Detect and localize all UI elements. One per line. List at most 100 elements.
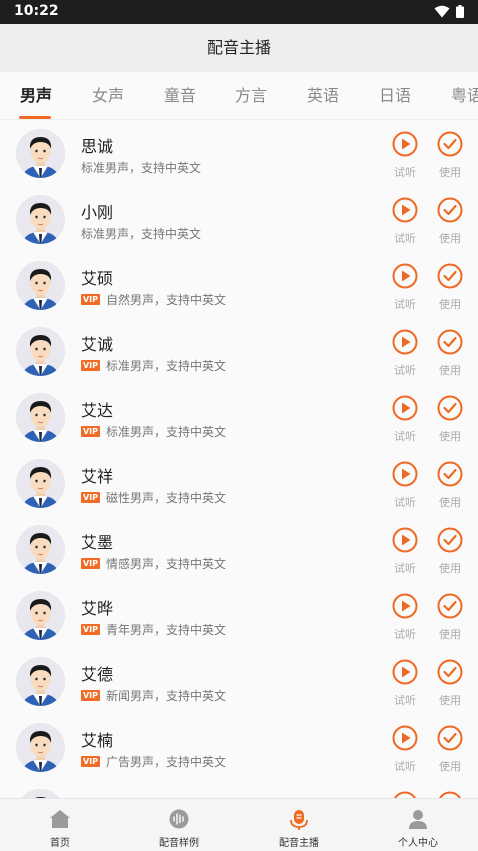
voice-description: 磁性男声，支持中英文	[106, 491, 227, 505]
voice-row[interactable]: 艾楠 VIP 广告男声，支持中英文 试听 使用	[0, 715, 478, 781]
use-button[interactable]: 使用	[430, 329, 470, 378]
nav-label: 首页	[50, 838, 70, 849]
voice-avatar	[16, 525, 65, 574]
vip-badge: VIP	[81, 690, 100, 701]
preview-button[interactable]: 试听	[385, 263, 425, 312]
voice-name: 艾达	[81, 401, 114, 420]
voice-name: 艾硕	[81, 269, 114, 288]
voice-description: 青年男声，支持中英文	[106, 623, 227, 637]
vip-badge: VIP	[81, 492, 100, 503]
voice-name: 艾墨	[81, 533, 114, 552]
tab-female[interactable]: 女声	[92, 72, 124, 119]
voice-desc-line: 标准男声，支持中英文	[81, 225, 201, 242]
preview-button[interactable]: 试听	[385, 395, 425, 444]
vip-badge: VIP	[81, 294, 100, 305]
preview-button[interactable]: 试听	[385, 791, 425, 798]
tab-english[interactable]: 英语	[307, 72, 339, 119]
voice-row[interactable]: 艾硕 VIP 自然男声，支持中英文 试听 使用	[0, 253, 478, 319]
preview-label: 试听	[394, 298, 416, 311]
preview-button[interactable]: 试听	[385, 461, 425, 510]
vip-badge: VIP	[81, 360, 100, 371]
check-icon	[437, 461, 463, 487]
voice-avatar	[16, 261, 65, 310]
use-button[interactable]: 使用	[430, 791, 470, 798]
voice-row[interactable]: 艾诚 VIP 标准男声，支持中英文 试听 使用	[0, 319, 478, 385]
use-button[interactable]: 使用	[430, 659, 470, 708]
voice-desc-line: VIP 广告男声，支持中英文	[81, 753, 226, 770]
voice-description: 自然男声，支持中英文	[106, 293, 227, 307]
use-button[interactable]: 使用	[430, 395, 470, 444]
preview-button[interactable]: 试听	[385, 197, 425, 246]
use-button[interactable]: 使用	[430, 593, 470, 642]
voice-row[interactable]: 艾德 VIP 新闻男声，支持中英文 试听 使用	[0, 649, 478, 715]
preview-label: 试听	[394, 562, 416, 575]
preview-button[interactable]: 试听	[385, 329, 425, 378]
category-tabs: 男声 女声 童音 方言 英语 日语 粤语	[0, 72, 478, 120]
check-icon	[437, 263, 463, 289]
use-button[interactable]: 使用	[430, 725, 470, 774]
voice-name: 艾祥	[81, 467, 114, 486]
use-label: 使用	[439, 562, 461, 575]
use-button[interactable]: 使用	[430, 131, 470, 180]
preview-button[interactable]: 试听	[385, 725, 425, 774]
check-icon	[437, 197, 463, 223]
use-button[interactable]: 使用	[430, 263, 470, 312]
voice-description: 新闻男声，支持中英文	[106, 689, 227, 703]
voice-desc-line: VIP 磁性男声，支持中英文	[81, 489, 226, 506]
check-icon	[437, 131, 463, 157]
voice-row[interactable]: 艾晔 VIP 青年男声，支持中英文 试听 使用	[0, 583, 478, 649]
voice-row[interactable]: 艾祥 VIP 磁性男声，支持中英文 试听 使用	[0, 451, 478, 517]
nav-item-home[interactable]: 首页	[10, 799, 110, 851]
preview-label: 试听	[394, 496, 416, 509]
tab-cantonese[interactable]: 粤语	[451, 72, 478, 119]
voice-row[interactable]: 小刚 标准男声，支持中英文 试听 使用	[0, 187, 478, 253]
voice-desc-line: VIP 标准男声，支持中英文	[81, 357, 226, 374]
preview-button[interactable]: 试听	[385, 659, 425, 708]
wifi-icon	[434, 5, 450, 18]
preview-button[interactable]: 试听	[385, 593, 425, 642]
use-button[interactable]: 使用	[430, 461, 470, 510]
use-label: 使用	[439, 298, 461, 311]
nav-item-user[interactable]: 个人中心	[368, 799, 468, 851]
play-icon	[392, 263, 418, 289]
voice-name: 艾诚	[81, 335, 114, 354]
voice-desc-line: VIP 自然男声，支持中英文	[81, 291, 226, 308]
play-icon	[392, 593, 418, 619]
voice-row[interactable]: 艾浩 VIP 试听 使用	[0, 781, 478, 798]
nav-item-microphone[interactable]: 配音主播	[249, 799, 349, 851]
check-icon	[437, 527, 463, 553]
play-icon	[392, 395, 418, 421]
microphone-icon	[289, 809, 309, 835]
play-icon	[392, 329, 418, 355]
preview-label: 试听	[394, 364, 416, 377]
nav-item-audio-wave[interactable]: 配音样例	[129, 799, 229, 851]
status-icons	[434, 5, 464, 18]
nav-label: 配音主播	[279, 838, 319, 849]
voice-description: 情感男声，支持中英文	[106, 557, 227, 571]
tab-japanese[interactable]: 日语	[379, 72, 411, 119]
home-icon	[49, 809, 71, 833]
use-button[interactable]: 使用	[430, 527, 470, 576]
preview-label: 试听	[394, 232, 416, 245]
tab-dialect[interactable]: 方言	[235, 72, 267, 119]
preview-button[interactable]: 试听	[385, 527, 425, 576]
voice-row[interactable]: 思诚 标准男声，支持中英文 试听 使用	[0, 121, 478, 187]
use-label: 使用	[439, 694, 461, 707]
use-label: 使用	[439, 430, 461, 443]
preview-button[interactable]: 试听	[385, 131, 425, 180]
voice-row[interactable]: 艾墨 VIP 情感男声，支持中英文 试听 使用	[0, 517, 478, 583]
voice-name: 艾楠	[81, 731, 114, 750]
play-icon	[392, 659, 418, 685]
voice-description: 标准男声，支持中英文	[106, 425, 227, 439]
tab-male[interactable]: 男声	[20, 72, 52, 119]
check-icon	[437, 725, 463, 751]
use-label: 使用	[439, 628, 461, 641]
use-button[interactable]: 使用	[430, 197, 470, 246]
voice-name: 小刚	[81, 203, 114, 222]
voice-name: 思诚	[81, 137, 114, 156]
voice-desc-line: VIP 情感男声，支持中英文	[81, 555, 226, 572]
voice-row[interactable]: 艾达 VIP 标准男声，支持中英文 试听 使用	[0, 385, 478, 451]
vip-badge: VIP	[81, 756, 100, 767]
tab-child[interactable]: 童音	[164, 72, 196, 119]
preview-label: 试听	[394, 430, 416, 443]
